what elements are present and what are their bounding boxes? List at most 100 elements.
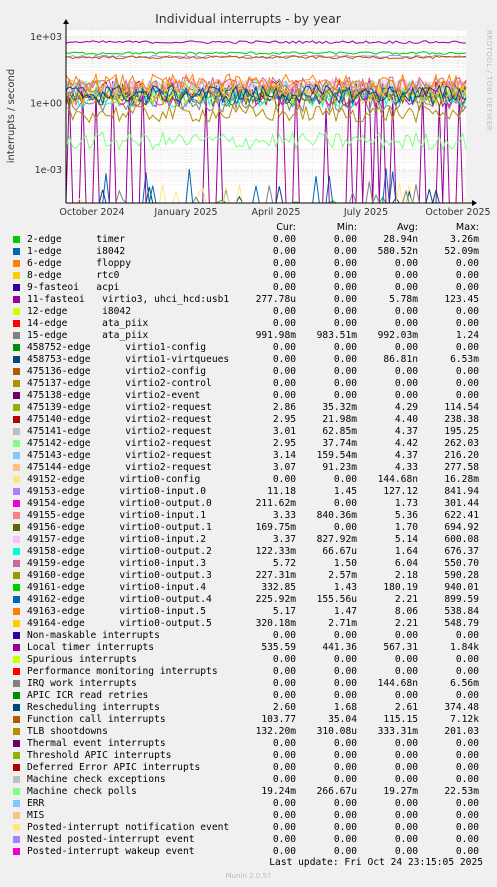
legend-swatch (13, 836, 20, 843)
legend-max-value: 0.00 (455, 282, 479, 293)
legend-avg-value: 0.00 (394, 630, 418, 641)
legend-min-value: 37.74m (322, 438, 357, 449)
legend-series-name: 475136-edge virtio2-config (27, 366, 207, 377)
legend-row: 475142-edge virtio2-request 2.95 37.74m 4.4… (0, 438, 497, 450)
legend-cur-value: 0.00 (272, 282, 296, 293)
legend-cur-value: 0.00 (272, 834, 296, 845)
legend-min-value: 0.00 (333, 366, 357, 377)
legend-header: Cur: Min: Avg: Max: (0, 222, 497, 234)
legend-cur-value: 169.75m (255, 522, 296, 533)
legend-max-value: 622.41 (444, 510, 479, 521)
legend-cur-value: 2.60 (272, 702, 296, 713)
legend-cur-value: 0.00 (272, 270, 296, 281)
legend-avg-value: 0.00 (394, 270, 418, 281)
legend-avg-value: 0.00 (394, 822, 418, 833)
legend-series-name: 49158-edge virtio0-output.2 (27, 546, 212, 557)
legend-max-value: 1.84k (450, 642, 479, 653)
legend-min-value: 1.47 (333, 606, 357, 617)
legend-cur-value: 0.00 (272, 690, 296, 701)
legend-row: 49158-edge virtio0-output.2 122.33m 66.67u… (0, 546, 497, 558)
legend-row: IRQ work interrupts 0.00 0.00 144.68n 6.56m (0, 678, 497, 690)
legend-row: 8-edge rtc0 0.00 0.00 0.00 0.00 (0, 270, 497, 282)
legend-max-value: 0.00 (455, 690, 479, 701)
legend-series-name: APIC ICR read retries (27, 690, 149, 701)
legend-series-name: 458753-edge virtio1-virtqueues (27, 354, 230, 365)
legend-swatch (13, 296, 20, 303)
col-cur-header: Cur: (276, 222, 296, 233)
legend-min-value: 1.68 (333, 702, 357, 713)
legend-avg-value: 144.68n (377, 474, 418, 485)
legend-cur-value: 3.14 (272, 450, 296, 461)
legend-swatch (13, 392, 20, 399)
legend-row: Machine check polls 19.24m 266.67u 19.27m 22… (0, 786, 497, 798)
legend-cur-value: 332.85 (261, 582, 296, 593)
legend-row: Posted-interrupt notification event 0.00 0… (0, 822, 497, 834)
x-tick-label: October 2025 (425, 207, 490, 218)
legend-cur-value: 227.31m (255, 570, 296, 581)
legend-min-value: 1.50 (333, 558, 357, 569)
legend-swatch (13, 596, 20, 603)
legend-min-value: 0.00 (333, 474, 357, 485)
legend-avg-value: 4.37 (394, 426, 418, 437)
legend-min-value: 0.00 (333, 378, 357, 389)
x-axis-arrow (472, 200, 477, 206)
legend-swatch (13, 572, 20, 579)
legend-avg-value: 4.37 (394, 450, 418, 461)
y-tick-label: 1e+03 (30, 32, 62, 43)
legend-cur-value: 0.00 (272, 810, 296, 821)
legend-row: 475138-edge virtio2-event 0.00 0.00 0.00 0.0… (0, 390, 497, 402)
legend-series-name: 1-edge i8042 (27, 246, 126, 257)
legend-max-value: 0.00 (455, 258, 479, 269)
legend-row: MIS 0.00 0.00 0.00 0.00 (0, 810, 497, 822)
legend-row: 475137-edge virtio2-control 0.00 0.00 0.00 0… (0, 378, 497, 390)
legend-max-value: 841.94 (444, 486, 479, 497)
last-update: Last update: Fri Oct 24 23:15:05 2025 (269, 857, 483, 868)
legend-cur-value: 0.00 (272, 246, 296, 257)
legend-row: 49154-edge virtio0-output.0 211.62m 0.00 1.… (0, 498, 497, 510)
legend-cur-value: 0.00 (272, 750, 296, 761)
legend-swatch (13, 548, 20, 555)
legend-min-value: 0.00 (333, 810, 357, 821)
legend-min-value: 983.51m (316, 330, 357, 341)
legend-cur-value: 0.00 (272, 306, 296, 317)
legend-max-value: 7.12k (450, 714, 479, 725)
legend-row: 49162-edge virtio0-output.4 225.92m 155.56… (0, 594, 497, 606)
legend-cur-value: 2.95 (272, 438, 296, 449)
legend-min-value: 2.57m (328, 570, 357, 581)
legend-swatch (13, 584, 20, 591)
legend-row: 2-edge timer 0.00 0.00 28.94n 3.26m (0, 234, 497, 246)
legend-min-value: 1.45 (333, 486, 357, 497)
legend-swatch (13, 284, 20, 291)
legend-row: 49161-edge virtio0-input.4 332.85 1.43 180.… (0, 582, 497, 594)
legend-max-value: 0.00 (455, 822, 479, 833)
legend-min-value: 62.85m (322, 426, 357, 437)
legend-avg-value: 5.14 (394, 534, 418, 545)
legend-max-value: 195.25 (444, 426, 479, 437)
legend-row: Deferred Error APIC interrupts 0.00 0.00 0.… (0, 762, 497, 774)
legend-swatch (13, 800, 20, 807)
legend-row: 475139-edge virtio2-request 2.86 35.32m 4.2… (0, 402, 497, 414)
legend-max-value: 0.00 (455, 654, 479, 665)
legend-row: 49164-edge virtio0-output.5 320.18m 2.71m 2… (0, 618, 497, 630)
legend-row: ERR 0.00 0.00 0.00 0.00 (0, 798, 497, 810)
legend-min-value: 0.00 (333, 522, 357, 533)
legend-avg-value: 2.18 (394, 570, 418, 581)
legend-min-value: 0.00 (333, 294, 357, 305)
legend-swatch (13, 524, 20, 531)
legend-series-name: 475138-edge virtio2-event (27, 390, 201, 401)
legend-avg-value: 2.61 (394, 702, 418, 713)
legend-cur-value: 0.00 (272, 366, 296, 377)
legend-max-value: 114.54 (444, 402, 479, 413)
legend-row: 49152-edge virtio0-config 0.00 0.00 144.68n… (0, 474, 497, 486)
legend-row: Local timer interrupts 535.59 441.36 567.31… (0, 642, 497, 654)
legend-series-name: 49152-edge virtio0-config (27, 474, 201, 485)
legend-avg-value: 0.00 (394, 258, 418, 269)
legend-cur-value: 3.01 (272, 426, 296, 437)
legend-row: Non-maskable interrupts 0.00 0.00 0.00 0.00 (0, 630, 497, 642)
legend-max-value: 548.79 (444, 618, 479, 629)
legend-max-value: 0.00 (455, 270, 479, 281)
legend-avg-value: 0.00 (394, 750, 418, 761)
legend-min-value: 0.00 (333, 270, 357, 281)
legend-min-value: 0.00 (333, 630, 357, 641)
legend-min-value: 0.00 (333, 750, 357, 761)
